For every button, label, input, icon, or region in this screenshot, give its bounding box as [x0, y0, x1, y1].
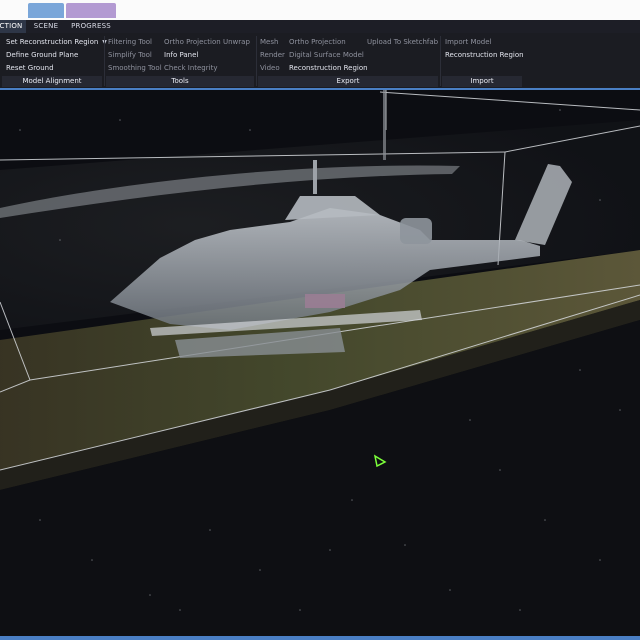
export-mesh-button[interactable]: Mesh: [260, 37, 278, 47]
smoothing-tool-button[interactable]: Smoothing Tool: [108, 63, 162, 73]
simplify-tool-button[interactable]: Simplify Tool: [108, 50, 152, 60]
unwrap-button[interactable]: Unwrap: [223, 37, 250, 47]
ribbon-divider: [256, 36, 257, 86]
filtering-tool-button[interactable]: Filtering Tool: [108, 37, 152, 47]
info-panel-button[interactable]: Info Panel: [164, 50, 198, 60]
reset-ground-button[interactable]: Reset Ground: [6, 63, 54, 73]
ortho-projection-tool-button[interactable]: Ortho Projection: [164, 37, 221, 47]
export-video-button[interactable]: Video: [260, 63, 280, 73]
tab-progress[interactable]: PROGRESS: [66, 20, 116, 33]
ribbon-toolbar: Set Reconstruction Region▼ Define Ground…: [0, 33, 640, 88]
define-ground-plane-button[interactable]: Define Ground Plane: [6, 50, 78, 60]
export-reconstruction-region-button[interactable]: Reconstruction Region: [289, 63, 368, 73]
app-window: CTION SCENE PROGRESS Set Reconstruction …: [0, 0, 640, 640]
3d-viewport[interactable]: [0, 90, 640, 636]
ribbon-color-tab-2: [66, 3, 116, 18]
group-label-model-alignment: Model Alignment: [2, 76, 102, 87]
export-render-button[interactable]: Render: [260, 50, 285, 60]
status-bar: [0, 636, 640, 640]
group-label-import: Import: [442, 76, 522, 87]
tab-scene[interactable]: SCENE: [28, 20, 64, 33]
export-ortho-projection-button[interactable]: Ortho Projection: [289, 37, 346, 47]
import-model-button[interactable]: Import Model: [445, 37, 491, 47]
import-reconstruction-region-button[interactable]: Reconstruction Region: [445, 50, 524, 60]
point-cloud-canvas[interactable]: [0, 90, 640, 636]
check-integrity-button[interactable]: Check Integrity: [164, 63, 217, 73]
ribbon-divider: [104, 36, 105, 86]
export-digital-surface-model-button[interactable]: Digital Surface Model: [289, 50, 364, 60]
group-label-export: Export: [258, 76, 438, 87]
title-strip: [0, 0, 640, 20]
set-reconstruction-region-label: Set Reconstruction Region: [6, 38, 99, 46]
tab-reconstruction[interactable]: CTION: [0, 20, 26, 33]
ribbon-divider: [440, 36, 441, 86]
set-reconstruction-region-button[interactable]: Set Reconstruction Region▼: [6, 37, 107, 48]
group-label-tools: Tools: [106, 76, 254, 87]
ribbon-color-tab-1: [28, 3, 64, 18]
rotor-mast: [313, 160, 317, 194]
upload-to-sketchfab-button[interactable]: Upload To Sketchfab: [367, 37, 438, 47]
antenna-points: [383, 90, 386, 160]
tab-bar: CTION SCENE PROGRESS: [0, 20, 640, 33]
